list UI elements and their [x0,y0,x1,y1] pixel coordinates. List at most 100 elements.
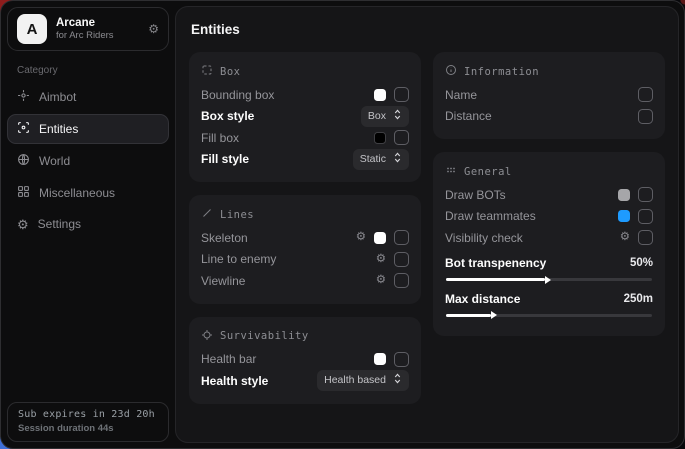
name-checkbox[interactable] [638,87,653,102]
dropdown-value: Static [360,153,386,166]
health-style-dropdown[interactable]: Health based [317,370,409,391]
viewline-settings-icon[interactable]: ⚙ [376,275,386,287]
sidebar-item-aimbot[interactable]: Aimbot [7,82,169,112]
card-information: Information Name Distance [433,52,665,139]
fill-box-checkbox[interactable] [394,130,409,145]
bounding-box-checkbox[interactable] [394,87,409,102]
page-title: Entities [191,22,663,37]
card-title: Survivability [220,330,309,342]
app-window: A Arcane for Arc Riders ⚙ Category Aimbo… [0,0,685,449]
sidebar-item-settings[interactable]: ⚙ Settings [7,210,169,238]
health-bar-label: Health bar [201,352,256,366]
fill-style-dropdown[interactable]: Static [353,149,409,170]
sidebar-item-label: Aimbot [39,90,76,104]
brand-card: A Arcane for Arc Riders ⚙ [7,7,169,51]
bounding-box-color-swatch[interactable] [374,89,386,101]
bot-transparency-value: 50% [630,257,653,269]
visibility-check-label: Visibility check [445,231,523,245]
sidebar-item-label: Settings [38,217,81,231]
row-name: Name [445,84,653,106]
fill-style-label: Fill style [201,152,249,166]
row-box-style: Box style Box [201,106,409,128]
viewline-label: Viewline [201,274,245,288]
draw-teammates-checkbox[interactable] [638,209,653,224]
distance-label: Distance [445,109,492,123]
row-distance: Distance [445,106,653,128]
dropdown-value: Box [368,110,386,123]
draw-teammates-color-swatch[interactable] [618,210,630,222]
viewline-checkbox[interactable] [394,273,409,288]
sidebar-item-label: Entities [39,122,78,136]
row-viewline: Viewline ⚙ [201,270,409,292]
row-bot-transparency: Bot transpenency 50% [445,253,653,275]
row-max-distance: Max distance 250m [445,288,653,310]
scan-eye-icon [17,121,30,137]
box-style-label: Box style [201,109,254,123]
row-fill-box: Fill box [201,127,409,149]
draw-bots-color-swatch[interactable] [618,189,630,201]
avatar: A [17,14,47,44]
bounding-box-label: Bounding box [201,88,274,102]
health-bar-color-swatch[interactable] [374,353,386,365]
row-fill-style: Fill style Static [201,149,409,171]
sidebar-item-world[interactable]: World [7,146,169,176]
skeleton-settings-icon[interactable]: ⚙ [356,232,366,244]
max-distance-label: Max distance [445,292,520,306]
draw-bots-label: Draw BOTs [445,188,506,202]
visibility-check-checkbox[interactable] [638,230,653,245]
survivability-icon [201,329,213,344]
subscription-info-card: Sub expires in 23d 20h Session duration … [7,402,169,442]
name-label: Name [445,88,477,102]
sidebar: A Arcane for Arc Riders ⚙ Category Aimbo… [1,1,175,448]
card-title: Box [220,66,240,78]
visibility-check-settings-icon[interactable]: ⚙ [620,232,630,244]
max-distance-slider[interactable] [446,314,652,317]
card-survivability: Survivability Health bar Health style [189,317,421,404]
content-panel: Entities Box Bounding box [175,6,679,443]
gear-icon: ⚙ [17,218,29,231]
line-to-enemy-settings-icon[interactable]: ⚙ [376,254,386,266]
grid-icon [17,185,30,201]
dropdown-value: Health based [324,374,386,387]
draw-bots-checkbox[interactable] [638,187,653,202]
chevrons-up-down-icon [393,373,402,388]
crosshair-icon [17,89,30,105]
brand-settings-button[interactable]: ⚙ [148,22,159,36]
row-visibility-check: Visibility check ⚙ [445,227,653,249]
row-health-bar: Health bar [201,349,409,371]
sidebar-item-miscellaneous[interactable]: Miscellaneous [7,178,169,208]
row-draw-bots: Draw BOTs [445,184,653,206]
sidebar-item-entities[interactable]: Entities [7,114,169,144]
row-health-style: Health style Health based [201,370,409,392]
bot-transparency-label: Bot transpenency [445,256,546,270]
line-to-enemy-checkbox[interactable] [394,252,409,267]
card-lines: Lines Skeleton ⚙ Line to enemy ⚙ [189,195,421,304]
slider-fill [446,314,491,317]
row-line-to-enemy: Line to enemy ⚙ [201,249,409,271]
skeleton-checkbox[interactable] [394,230,409,245]
card-title: General [464,166,512,178]
fill-box-color-swatch[interactable] [374,132,386,144]
row-skeleton: Skeleton ⚙ [201,227,409,249]
health-style-label: Health style [201,374,268,388]
bounding-box-icon [201,64,213,79]
draw-teammates-label: Draw teammates [445,209,536,223]
line-to-enemy-label: Line to enemy [201,252,276,266]
card-title: Information [464,66,539,78]
brand-name: Arcane [56,16,114,30]
brand-subtitle: for Arc Riders [56,30,114,42]
gear-icon: ⚙ [148,22,159,36]
card-general: General Draw BOTs Draw teammates [433,152,665,336]
box-style-dropdown[interactable]: Box [361,106,409,127]
health-bar-checkbox[interactable] [394,352,409,367]
distance-checkbox[interactable] [638,109,653,124]
fill-box-label: Fill box [201,131,239,145]
globe-icon [17,153,30,169]
card-title: Lines [220,209,254,221]
skeleton-color-swatch[interactable] [374,232,386,244]
sidebar-item-label: Miscellaneous [39,186,115,200]
bot-transparency-slider[interactable] [446,278,652,281]
info-icon [445,64,457,79]
skeleton-label: Skeleton [201,231,248,245]
sidebar-item-label: World [39,154,70,168]
